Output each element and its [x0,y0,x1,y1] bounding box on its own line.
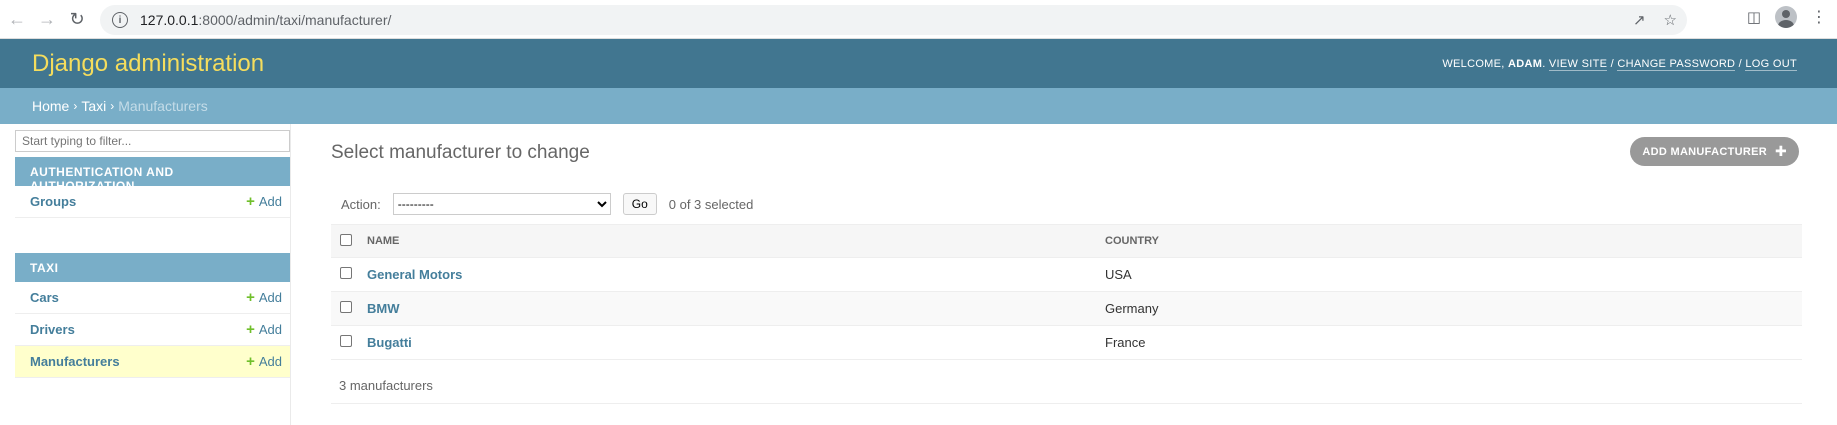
bookmark-star-icon[interactable]: ☆ [1664,11,1677,29]
page-title: Select manufacturer to change [331,142,590,163]
manufacturer-link[interactable]: Bugatti [367,335,412,350]
add-label: Add [258,194,282,209]
name-cell: BMW [361,291,1099,326]
module-auth: Authentication and Authorization Groups … [15,157,290,218]
actions-bar: Action: --------- Go 0 of 3 selected [331,184,1802,224]
module-caption-auth[interactable]: Authentication and Authorization [15,157,290,193]
browser-menu-icon[interactable]: ⋮ [1811,7,1827,27]
view-site-link[interactable]: View site [1548,57,1608,71]
url-text: 127.0.0.1:8000/admin/taxi/manufacturer/ [140,12,391,28]
breadcrumb-current: Manufacturers [118,98,208,114]
share-icon[interactable]: ↗ [1633,11,1646,29]
action-select[interactable]: --------- [392,193,611,215]
add-label: Add [258,290,282,305]
user-tools: Welcome, adam. View site / Change passwo… [1442,57,1797,71]
action-label: Action: [341,196,381,212]
admin-header: Django administration Welcome, adam. Vie… [0,39,1837,88]
add-icon: + [246,289,255,306]
browser-toolbar: ← → ↻ i 127.0.0.1:8000/admin/taxi/manufa… [0,0,1837,39]
select-all-cell [331,224,361,258]
site-branding[interactable]: Django administration [32,50,264,78]
sidebar-item-label[interactable]: Manufacturers [30,354,120,369]
row-select-cell [331,325,361,360]
sidebar-item-label[interactable]: Cars [30,290,59,305]
selection-counter: 0 of 3 selected [668,196,754,212]
add-icon: + [246,193,255,210]
name-cell: General Motors [361,257,1099,292]
address-bar[interactable]: i 127.0.0.1:8000/admin/taxi/manufacturer… [100,5,1687,35]
table-row: BMW Germany [331,291,1802,326]
sidebar-item-manufacturers: Manufacturers + Add [15,346,290,378]
module-caption-taxi[interactable]: Taxi [15,253,290,282]
url-host: 127.0.0.1 [140,12,199,28]
table-header-row: Name Country [331,224,1802,258]
country-cell: Germany [1099,291,1802,326]
column-header-name[interactable]: Name [361,224,1099,258]
select-all-checkbox[interactable] [340,233,352,246]
add-label: Add [258,322,282,337]
manufacturer-link[interactable]: General Motors [367,267,462,282]
welcome-text: Welcome, [1442,57,1505,70]
add-manufacturer-button[interactable]: Add manufacturer ✚ [1630,137,1799,166]
site-info-icon[interactable]: i [112,12,128,28]
paginator: 3 manufacturers [331,368,1802,404]
country-cell: France [1099,325,1802,360]
sidebar-item-label[interactable]: Groups [30,194,76,209]
change-password-link[interactable]: Change password [1617,57,1736,71]
table-row: General Motors USA [331,257,1802,292]
column-header-country[interactable]: Country [1099,224,1802,258]
sidebar-item-cars: Cars + Add [15,282,290,314]
add-manufacturers-link[interactable]: + Add [246,353,282,370]
side-panel-icon[interactable]: ◫ [1747,8,1761,26]
add-drivers-link[interactable]: + Add [246,321,282,338]
sidebar-item-drivers: Drivers + Add [15,314,290,346]
row-checkbox[interactable] [340,267,352,279]
add-cars-link[interactable]: + Add [246,289,282,306]
module-taxi: Taxi Cars + Add Drivers + Add Manufacturer… [15,253,290,378]
row-checkbox[interactable] [340,335,352,347]
sidebar-item-label[interactable]: Drivers [30,322,75,337]
add-icon: + [246,321,255,338]
nav-sidebar: Authentication and Authorization Groups … [0,124,291,425]
nav-filter-input[interactable] [15,130,290,152]
go-button[interactable]: Go [622,193,657,215]
add-icon: + [246,353,255,370]
row-checkbox[interactable] [340,301,352,313]
username: adam [1508,57,1543,70]
breadcrumb-home[interactable]: Home [32,98,69,114]
breadcrumb-separator: › [73,99,78,113]
row-select-cell [331,291,361,326]
name-cell: Bugatti [361,325,1099,360]
breadcrumb: Home › Taxi › Manufacturers [0,88,1837,124]
country-cell: USA [1099,257,1802,292]
add-manufacturer-label: Add manufacturer [1642,145,1767,158]
breadcrumb-separator: › [110,99,115,113]
add-groups-link[interactable]: + Add [246,193,282,210]
manufacturer-link[interactable]: BMW [367,301,400,316]
add-label: Add [258,354,282,369]
row-select-cell [331,257,361,292]
log-out-link[interactable]: Log out [1745,57,1797,71]
content-main: Select manufacturer to change Add manufa… [291,124,1837,425]
plus-icon: ✚ [1774,143,1787,159]
forward-icon[interactable]: → [32,4,62,34]
main-area: Authentication and Authorization Groups … [0,124,1837,425]
breadcrumb-taxi[interactable]: Taxi [81,98,106,114]
profile-avatar-icon[interactable] [1775,6,1797,28]
results-table: Name Country General Motors USA BMW Germ… [331,224,1802,360]
url-path: :8000/admin/taxi/manufacturer/ [198,12,392,28]
back-icon[interactable]: ← [2,4,32,34]
reload-icon[interactable]: ↻ [62,4,92,34]
table-row: Bugatti France [331,325,1802,360]
